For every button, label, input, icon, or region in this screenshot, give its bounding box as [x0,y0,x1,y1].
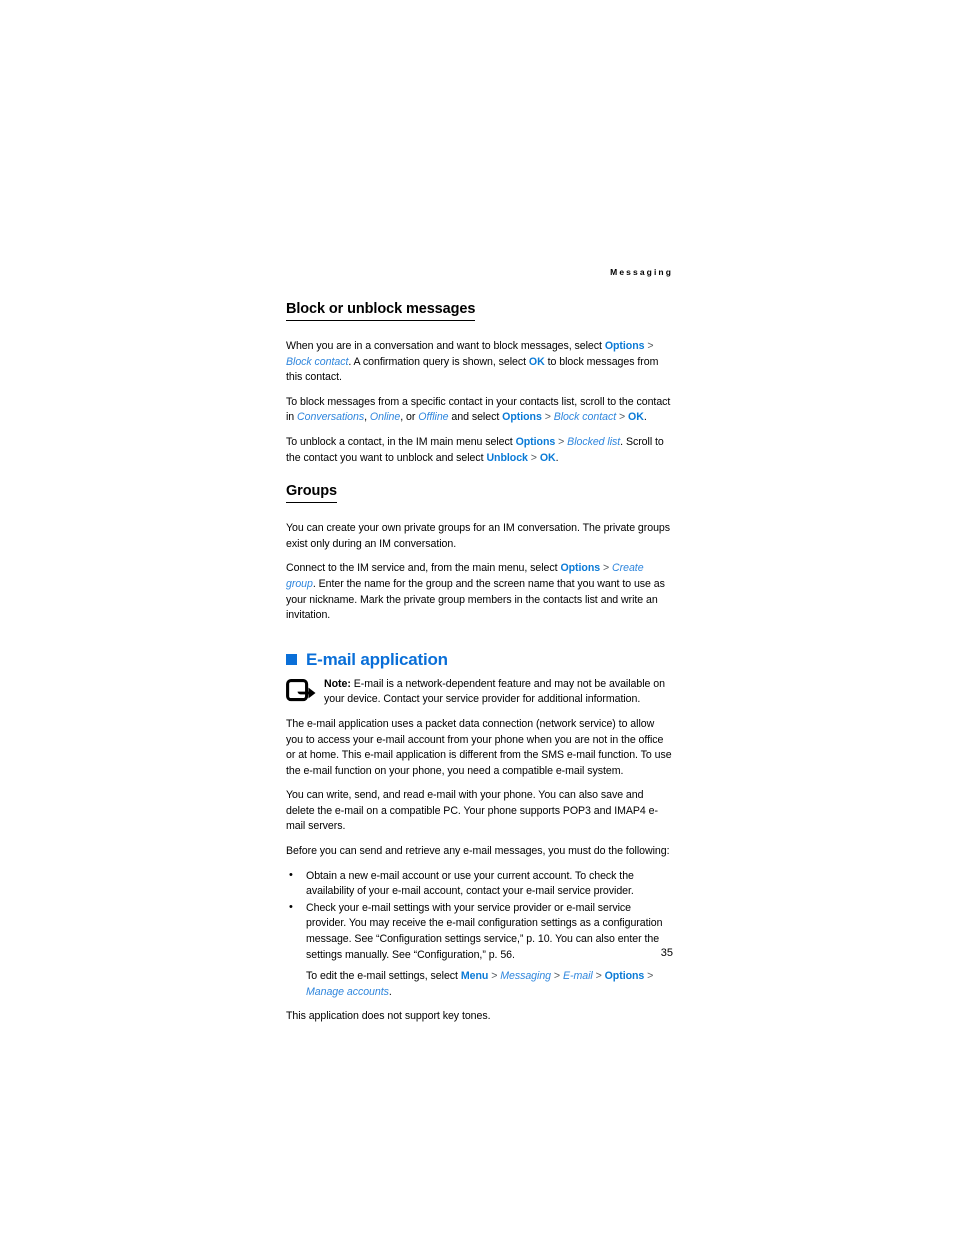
ui-path-unblock: Unblock [486,451,528,464]
text-fragment: . A confirmation query is shown, select [348,355,529,368]
paragraph-email-overview: The e-mail application uses a packet dat… [286,717,672,777]
path-separator: > [600,562,613,575]
ui-path-manage-accounts: Manage accounts [306,985,389,998]
ui-path-options: Options [604,970,645,983]
paragraph-key-tones-note: This application does not support key to… [286,1010,491,1023]
paragraph-email-prerequisites: Before you can send and retrieve any e-m… [286,845,670,858]
square-bullet-icon [286,654,297,666]
path-separator: > [541,411,554,424]
text-fragment: . [643,411,647,424]
note-arrow-icon [286,678,317,705]
section-heading-groups: Groups [286,483,337,504]
ui-path-ok: OK [528,355,545,368]
ui-path-options: Options [604,340,645,352]
ui-path-messaging: Messaging [500,970,552,983]
page-number: 35 [660,947,673,959]
section-heading-block-unblock: Block or unblock messages [286,301,475,321]
ui-path-block-contact: Block contact [286,355,349,368]
paragraph-block-from-contact: To block messages from a specific contac… [286,395,673,426]
text-fragment: . [388,985,392,998]
ui-path-options: Options [502,411,542,424]
ui-path-conversations: Conversations [297,411,365,424]
path-separator: > [616,411,629,424]
text-fragment: , or [400,411,419,424]
ui-path-blocked-list: Blocked list [567,435,621,448]
path-separator: > [551,970,563,983]
ui-path-email: E-mail [562,970,593,983]
ui-path-options: Options [515,435,556,448]
manual-page-content: Messaging Block or unblock messages When… [286,266,673,1025]
chapter-heading-label: E-mail application [306,649,448,669]
paragraph-edit-email-settings: To edit the e-mail settings, select Menu… [306,969,673,1000]
ui-path-online: Online [369,411,401,424]
note-callout: Note: E-mail is a network-dependent feat… [286,677,673,708]
text-fragment: . [555,451,559,464]
section-heading-groups-wrap: Groups [286,482,673,512]
ui-path-block-contact: Block contact [553,411,617,424]
note-body: E-mail is a network-dependent feature an… [324,677,665,706]
note-label: Note: [324,677,351,690]
text-fragment: To edit the e-mail settings, select [306,970,461,983]
paragraph-email-capabilities: You can write, send, and read e-mail wit… [286,789,658,833]
path-separator: > [488,970,501,983]
section-heading-block-unblock-wrap: Block or unblock messages [286,300,673,330]
ui-path-ok: OK [539,451,556,464]
ui-path-offline: Offline [418,411,449,424]
note-text: Note: E-mail is a network-dependent feat… [324,677,673,708]
paragraph-unblock-contact: To unblock a contact, in the IM main men… [286,435,673,466]
paragraph-block-intro: When you are in a conversation and want … [286,339,673,386]
text-fragment: and select [448,411,503,424]
chapter-heading-email-application: E-mail application [286,650,673,670]
text-fragment: To unblock a contact, in the IM main men… [286,435,516,448]
ui-path-options: Options [560,562,601,575]
path-separator: > [644,970,654,983]
list-item: Obtain a new e-mail account or use your … [286,868,673,900]
text-fragment: Connect to the IM service and, from the … [286,562,561,575]
path-separator: > [644,340,654,352]
text-fragment: . Enter the name for the group and the s… [286,577,665,622]
text-fragment: When you are in a conversation and want … [286,340,605,352]
paragraph-groups-create: Connect to the IM service and, from the … [286,561,673,623]
path-separator: > [555,435,568,448]
path-separator: > [527,451,540,464]
running-header: Messaging [610,267,673,277]
path-separator: > [592,970,605,983]
paragraph-groups-intro: You can create your own private groups f… [286,522,671,550]
ui-path-ok: OK [628,411,644,424]
ui-path-menu: Menu [460,970,489,983]
